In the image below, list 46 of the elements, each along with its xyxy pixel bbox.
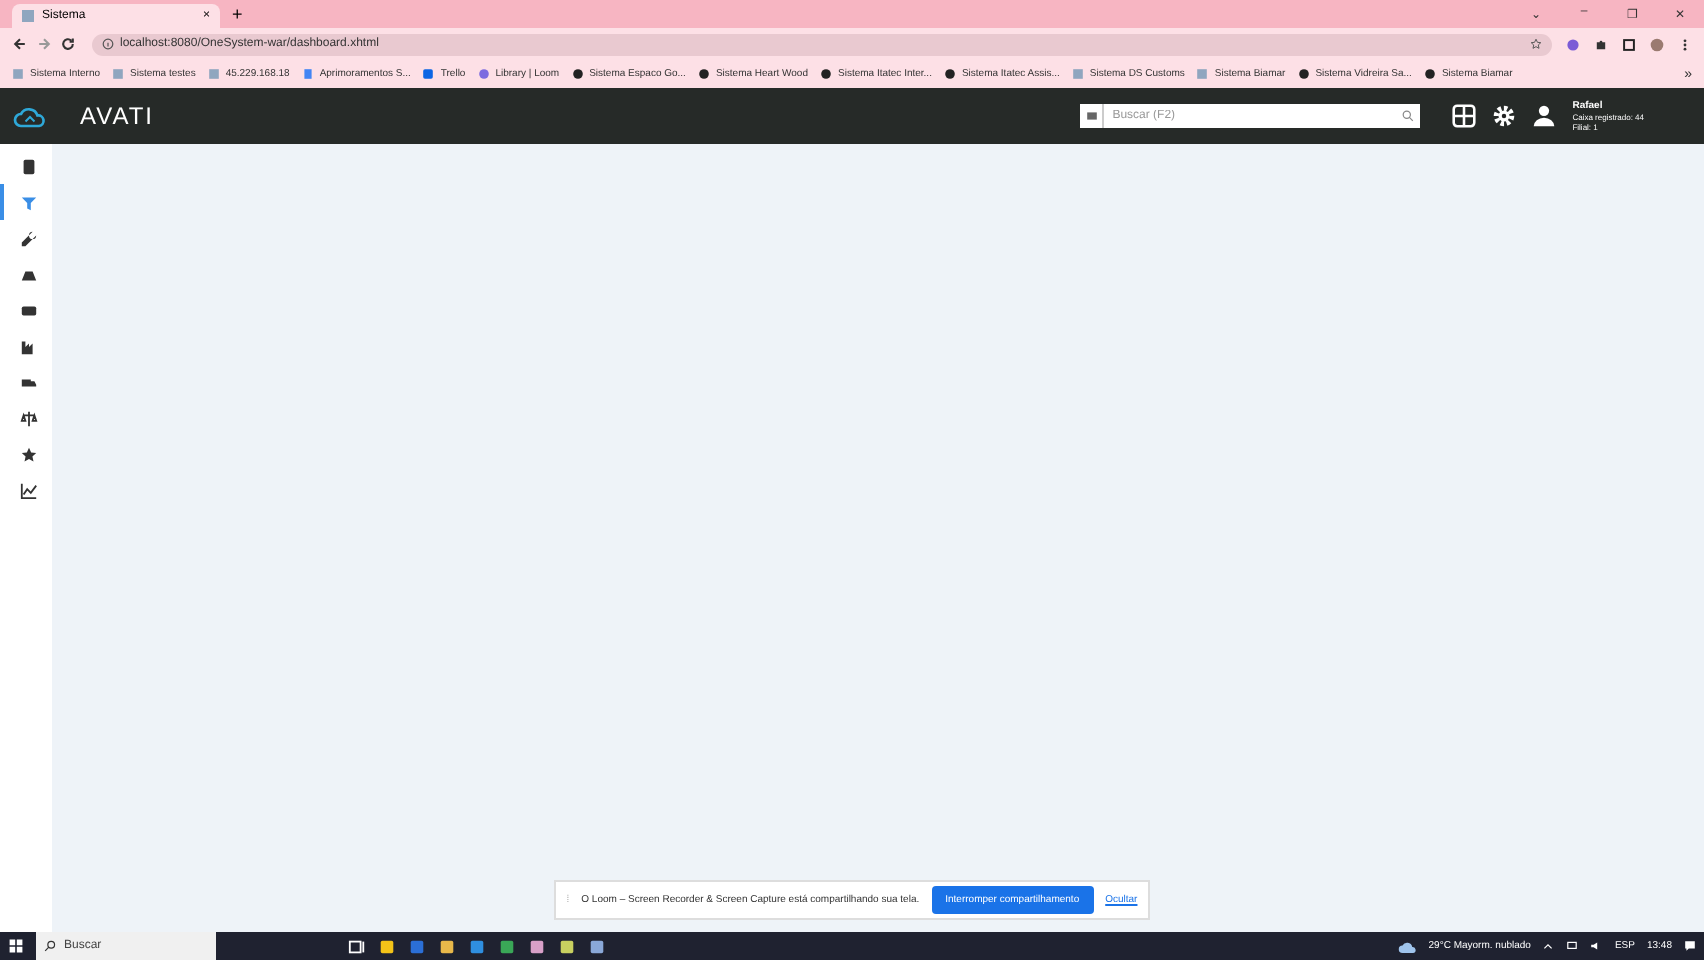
speaker-icon[interactable] (1590, 940, 1603, 952)
star-icon (19, 445, 37, 463)
chevron-up-icon[interactable] (1542, 940, 1555, 952)
wrench-icon (19, 229, 37, 247)
network-icon[interactable] (1566, 940, 1579, 952)
page-icon (1196, 68, 1209, 80)
board-icon (422, 68, 435, 80)
reload-icon[interactable] (60, 36, 76, 52)
star-icon[interactable] (1530, 38, 1542, 50)
filter-icon (19, 193, 37, 211)
avatar-icon[interactable] (1650, 37, 1664, 51)
globe-icon (1423, 68, 1436, 80)
start-icon[interactable] (8, 938, 24, 954)
line-chart-icon (19, 481, 37, 499)
scanner-button[interactable] (1080, 104, 1105, 128)
globe-icon (820, 68, 832, 80)
page-icon (207, 68, 220, 80)
cloud-icon (1398, 937, 1417, 955)
document-icon (301, 68, 314, 80)
search-icon (44, 940, 56, 952)
scale-icon (19, 409, 37, 427)
page-icon (22, 10, 34, 22)
menu-icon[interactable] (1678, 37, 1692, 51)
globe-icon (943, 68, 956, 80)
card-icon (1085, 110, 1098, 122)
task-view-icon[interactable] (348, 937, 366, 955)
grid-icon[interactable] (1452, 104, 1477, 128)
settings-icon[interactable] (1492, 104, 1517, 128)
info-icon (102, 38, 114, 50)
cloud-logo-icon (12, 103, 48, 129)
sidebar-icon[interactable] (1622, 37, 1636, 51)
page-icon (1071, 68, 1084, 80)
page-icon (112, 68, 125, 80)
globe-icon (697, 68, 710, 80)
search-icon (1402, 110, 1415, 122)
globe-icon (1297, 68, 1310, 80)
extension-icon[interactable] (1566, 37, 1580, 51)
factory-icon (19, 337, 37, 355)
new-tab-button[interactable]: + (232, 4, 243, 24)
back-icon[interactable] (12, 36, 28, 52)
user-icon[interactable] (1532, 104, 1557, 128)
page-icon (12, 68, 24, 80)
circle-icon (477, 68, 490, 80)
globe-icon (571, 68, 584, 80)
notification-icon[interactable] (1684, 940, 1696, 952)
brand-name: AVATI (80, 102, 155, 130)
